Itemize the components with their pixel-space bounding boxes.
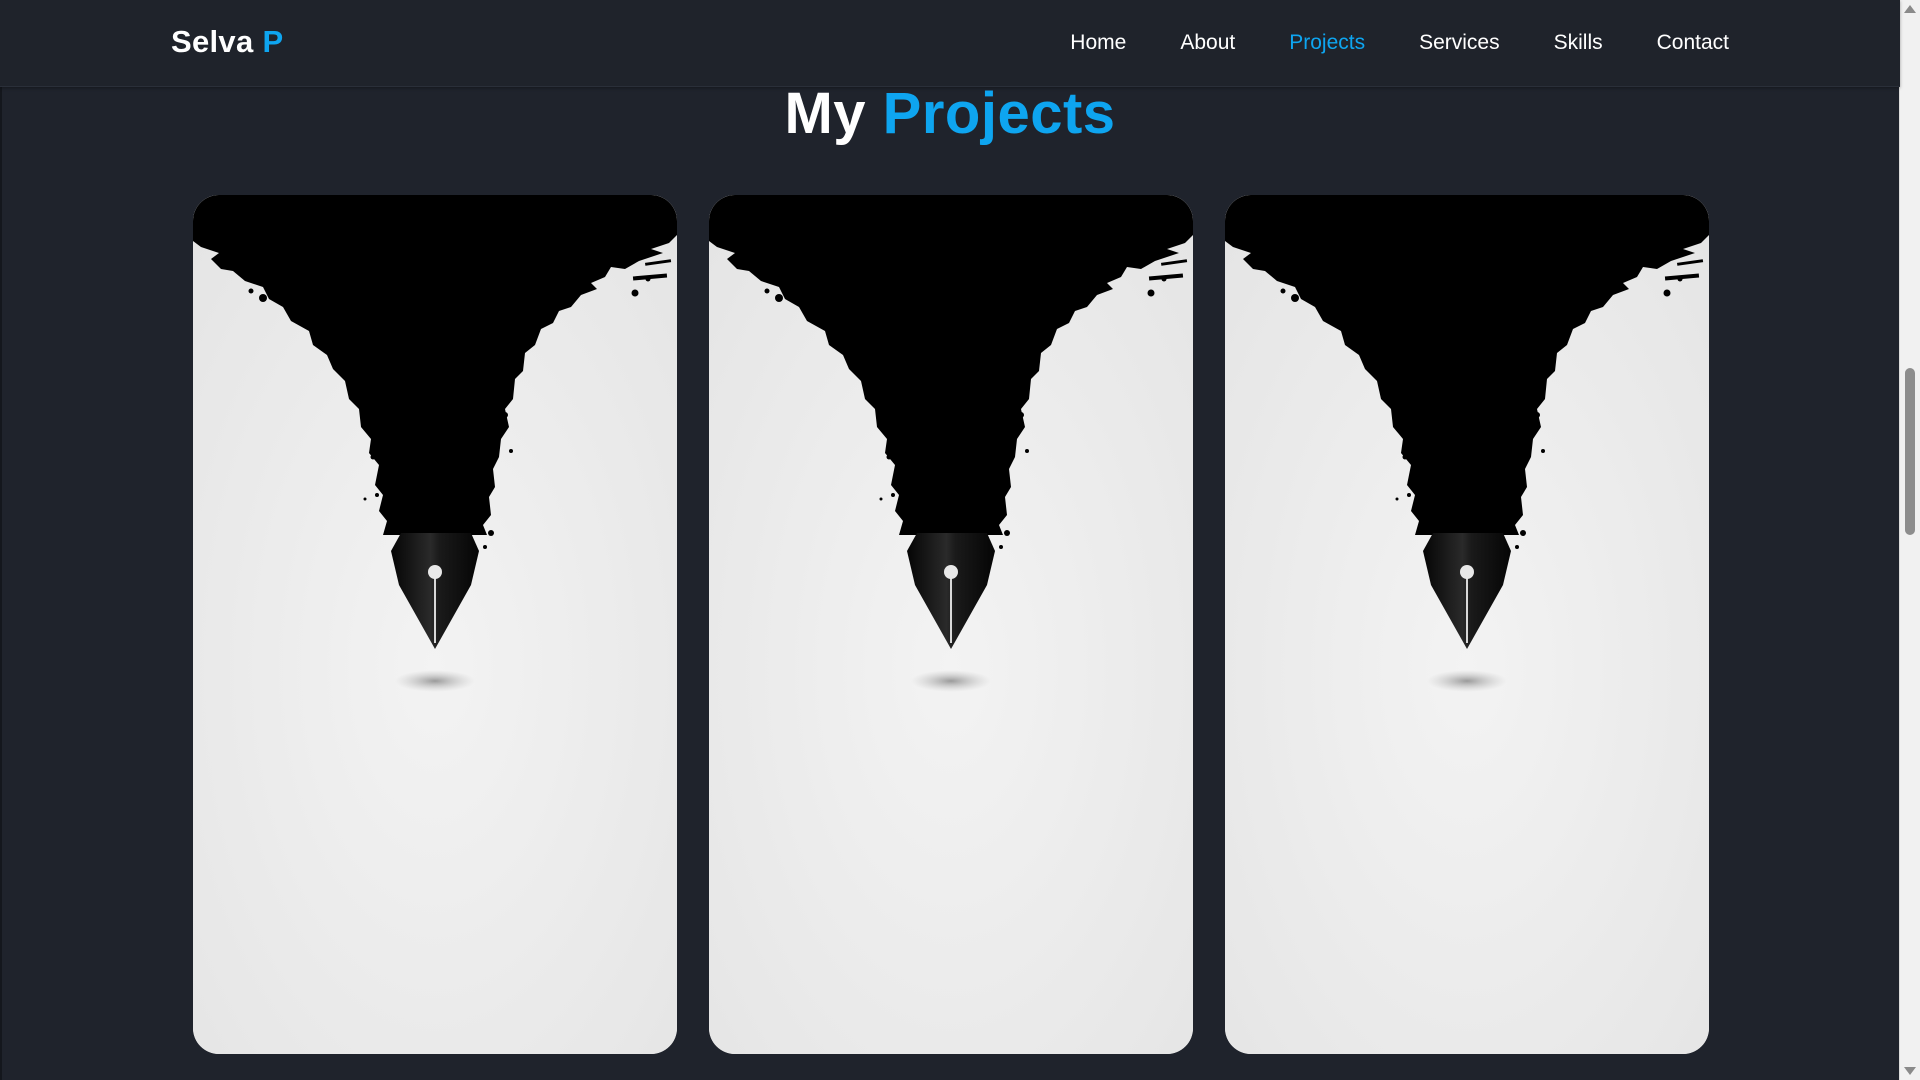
nav-home[interactable]: Home (1070, 31, 1126, 55)
section-title: My Projects (0, 80, 1900, 147)
section-title-accent: Projects (882, 81, 1116, 146)
brand-logo[interactable]: Selva P (171, 24, 283, 60)
pen-nib-ink-illustration (193, 195, 677, 1054)
navbar: Selva P Home About Projects Services Ski… (0, 0, 1900, 87)
project-card-2[interactable] (709, 195, 1193, 1054)
brand-name: Selva (171, 24, 254, 59)
main-nav: Home About Projects Services Skills Cont… (1016, 0, 1729, 86)
page-scrollbar[interactable] (1899, 0, 1920, 1080)
left-edge (0, 86, 2, 1080)
pen-nib-ink-illustration (709, 195, 1193, 1054)
section-title-prefix: My (784, 81, 867, 146)
project-card-3[interactable] (1225, 195, 1709, 1054)
nav-contact[interactable]: Contact (1657, 31, 1729, 55)
scroll-down-arrow-icon[interactable] (1904, 1067, 1916, 1075)
nav-about[interactable]: About (1180, 31, 1235, 55)
portfolio-page: Selva P Home About Projects Services Ski… (0, 0, 1920, 1080)
brand-initial: P (262, 24, 284, 59)
scroll-up-arrow-icon[interactable] (1904, 5, 1916, 13)
nav-services[interactable]: Services (1419, 31, 1500, 55)
nav-projects[interactable]: Projects (1289, 31, 1365, 55)
project-card-1[interactable] (193, 195, 677, 1054)
nav-skills[interactable]: Skills (1554, 31, 1603, 55)
pen-nib-ink-illustration (1225, 195, 1709, 1054)
scroll-thumb[interactable] (1905, 368, 1915, 535)
